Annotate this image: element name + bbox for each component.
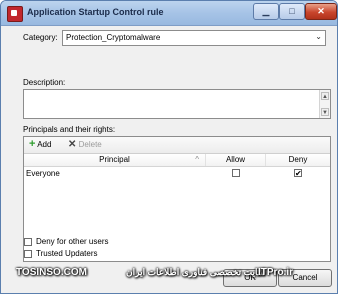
principals-label: Principals and their rights: (23, 125, 116, 134)
add-label: Add (37, 140, 52, 149)
delete-icon: ✕ (68, 139, 77, 150)
sort-icon: ^ (195, 155, 199, 164)
plus-icon: + (29, 138, 36, 150)
trusted-updaters-label: Trusted Updaters (36, 249, 98, 258)
allow-checkbox[interactable] (232, 169, 240, 177)
description-label: Description: (23, 78, 66, 87)
category-value: Protection_Cryptomalware (66, 33, 161, 42)
table-row[interactable]: Everyone ✔ (24, 167, 330, 179)
category-select[interactable]: Protection_Cryptomalware ⌄ (62, 30, 326, 46)
scroll-down-icon[interactable]: ▼ (321, 108, 329, 116)
scroll-up-icon[interactable]: ▲ (321, 92, 329, 100)
title-bar[interactable]: Application Startup Control rule ▁ □ ✕ (1, 1, 337, 26)
add-button[interactable]: + Add (29, 138, 52, 150)
category-label: Category: (23, 33, 58, 42)
table-header: Principal ^ Allow Deny (24, 154, 330, 167)
minimize-button[interactable]: ▁ (253, 3, 279, 20)
dialog-body: Category: Protection_Cryptomalware ⌄ Des… (8, 26, 332, 288)
watermark-right: ITPro.ir (258, 267, 294, 278)
window-title: Application Startup Control rule (27, 7, 164, 17)
close-button[interactable]: ✕ (305, 3, 337, 20)
chevron-down-icon[interactable]: ⌄ (315, 32, 322, 41)
deny-others-checkbox[interactable] (24, 238, 32, 246)
delete-label: Delete (78, 140, 102, 149)
description-scrollbar[interactable]: ▲ ▼ (319, 90, 330, 118)
app-icon (7, 6, 23, 22)
delete-button[interactable]: ✕ Delete (68, 139, 102, 150)
principal-name: Everyone (26, 169, 60, 178)
deny-checkbox[interactable]: ✔ (294, 169, 302, 178)
column-deny[interactable]: Deny (266, 154, 330, 166)
column-principal[interactable]: Principal ^ (24, 154, 206, 166)
trusted-updaters-checkbox[interactable] (24, 250, 32, 258)
dialog-window: Application Startup Control rule ▁ □ ✕ C… (0, 0, 338, 294)
description-input[interactable]: ▲ ▼ (23, 89, 331, 119)
deny-others-label: Deny for other users (36, 237, 109, 246)
watermark-middle: سایت تخصصی فناوری اطلاعات ایران (126, 267, 266, 277)
maximize-button[interactable]: □ (279, 3, 305, 20)
watermark-left: TOSINSO.COM (16, 267, 87, 278)
principals-toolbar: + Add ✕ Delete (24, 137, 330, 154)
column-allow[interactable]: Allow (206, 154, 266, 166)
